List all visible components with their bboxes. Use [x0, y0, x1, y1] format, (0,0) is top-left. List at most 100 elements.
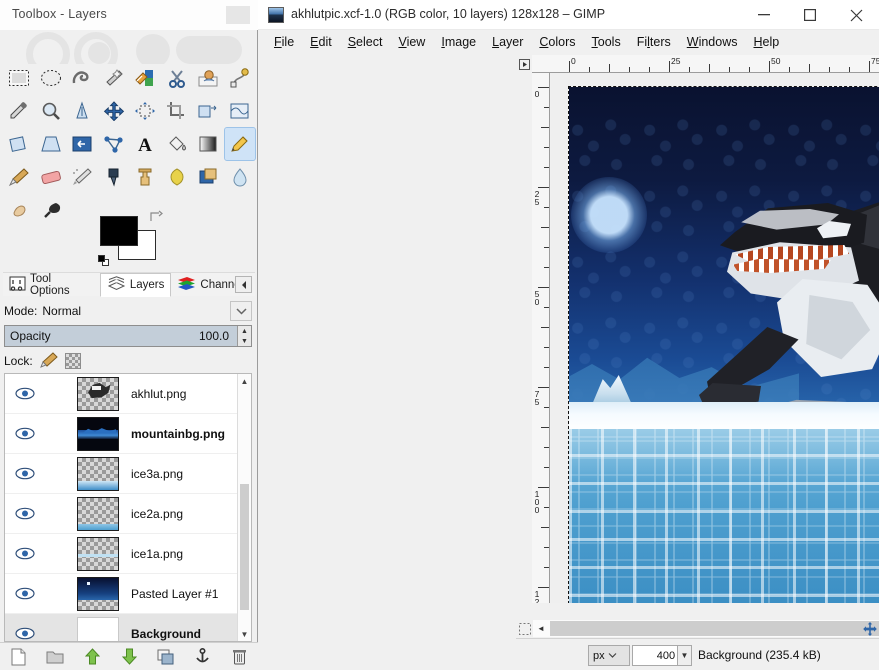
menu-item-help[interactable]: Help — [745, 33, 787, 51]
scroll-down-icon[interactable]: ▼ — [238, 627, 251, 641]
layer-visibility-eye-icon[interactable] — [5, 547, 45, 560]
layer-row-ice1a[interactable]: ice1a.png — [5, 534, 251, 574]
delete-layer-button[interactable] — [221, 643, 258, 670]
free-select-tool[interactable] — [67, 62, 98, 94]
scrollbar-thumb[interactable] — [550, 621, 879, 636]
smudge-tool[interactable] — [162, 161, 193, 193]
alignment-tool[interactable] — [130, 95, 161, 127]
foreground-color-swatch[interactable] — [100, 216, 138, 246]
layer-row-background[interactable]: Background — [5, 614, 251, 641]
measure-tool[interactable] — [67, 95, 98, 127]
clone-tool[interactable] — [130, 161, 161, 193]
warp-transform-tool[interactable] — [225, 95, 256, 127]
menu-item-file[interactable]: File — [266, 33, 302, 51]
scroll-up-icon[interactable]: ▲ — [238, 374, 251, 388]
dodge-burn-tool[interactable] — [4, 194, 36, 226]
scrollbar-thumb[interactable] — [240, 484, 249, 610]
paths-tool[interactable] — [225, 62, 256, 94]
blur-sharpen-tool[interactable] — [225, 161, 256, 193]
layer-row-ice3a[interactable]: ice3a.png — [5, 454, 251, 494]
foreground-select-tool[interactable] — [193, 62, 224, 94]
airbrush-tool[interactable] — [67, 161, 98, 193]
layers-list[interactable]: akhlut.png mountainbg.png ice3a.png ice2… — [4, 373, 252, 642]
color-picker-tool[interactable] — [4, 95, 35, 127]
heal-tool[interactable] — [193, 161, 224, 193]
reset-colors-icon[interactable] — [98, 255, 111, 268]
horizontal-ruler[interactable]: 0255075100125 — [532, 55, 879, 73]
navigation-icon[interactable] — [861, 620, 878, 637]
quick-mask-icon[interactable] — [516, 620, 533, 637]
menu-item-edit[interactable]: Edit — [302, 33, 340, 51]
lower-layer-button[interactable] — [111, 643, 148, 670]
close-button[interactable] — [833, 0, 879, 30]
new-layer-button[interactable] — [0, 643, 37, 670]
text-tool[interactable]: A — [130, 128, 161, 160]
select-by-color-tool[interactable] — [130, 62, 161, 94]
bucket-fill-tool[interactable] — [162, 128, 193, 160]
zoom-tool[interactable] — [36, 95, 67, 127]
unified-transform-tool[interactable] — [193, 95, 224, 127]
menu-item-select[interactable]: Select — [340, 33, 391, 51]
layer-row-pasted-layer[interactable]: Pasted Layer #1 — [5, 574, 251, 614]
opacity-slider[interactable]: Opacity 100.0 ▲ ▼ — [4, 325, 252, 347]
menu-item-filters[interactable]: Filters — [629, 33, 679, 51]
mode-dropdown-chevron-down-icon[interactable] — [230, 301, 252, 321]
canvas-viewport[interactable] — [551, 73, 879, 603]
rect-select-tool[interactable] — [4, 62, 35, 94]
tab-menu-icon[interactable] — [235, 276, 252, 293]
horizontal-scrollbar[interactable]: ◄ ► — [533, 620, 879, 637]
ink-tool[interactable] — [99, 161, 130, 193]
tab-layers[interactable]: Layers — [99, 272, 172, 297]
perspective-tool[interactable] — [36, 128, 67, 160]
raise-layer-button[interactable] — [74, 643, 111, 670]
dock-menu-button[interactable] — [226, 6, 250, 24]
scroll-left-icon[interactable]: ◄ — [533, 620, 549, 637]
maximize-button[interactable] — [787, 0, 833, 30]
flip-tool[interactable] — [67, 128, 98, 160]
fuzzy-select-tool[interactable] — [99, 62, 130, 94]
layer-visibility-eye-icon[interactable] — [5, 467, 45, 480]
duplicate-layer-button[interactable] — [147, 643, 184, 670]
swap-colors-icon[interactable] — [149, 210, 163, 224]
layer-visibility-eye-icon[interactable] — [5, 627, 45, 640]
stepper-down-icon[interactable]: ▼ — [238, 336, 251, 346]
anchor-layer-button[interactable] — [184, 643, 221, 670]
ellipse-select-tool[interactable] — [36, 62, 67, 94]
move-tool[interactable] — [99, 95, 130, 127]
ruler-origin-icon[interactable] — [516, 55, 533, 73]
layer-visibility-eye-icon[interactable] — [5, 507, 45, 520]
layer-visibility-eye-icon[interactable] — [5, 587, 45, 600]
unit-select[interactable]: px — [588, 645, 630, 666]
lock-pixels-icon[interactable] — [39, 351, 58, 371]
menu-item-windows[interactable]: Windows — [679, 33, 746, 51]
scissors-select-tool[interactable] — [162, 62, 193, 94]
pencil-tool[interactable] — [223, 127, 256, 161]
tab-tool-options[interactable]: Tool Options — [3, 273, 100, 297]
layer-row-akhlut[interactable]: akhlut.png — [5, 374, 251, 414]
mode-value[interactable]: Normal — [42, 304, 81, 318]
cage-transform-tool[interactable] — [99, 128, 130, 160]
lock-alpha-icon[interactable] — [64, 353, 81, 369]
opacity-stepper[interactable]: ▲ ▼ — [237, 326, 251, 346]
layers-scrollbar[interactable]: ▲ ▼ — [237, 374, 251, 641]
vertical-ruler[interactable]: 0 25 50 75 100 125 — [532, 73, 550, 603]
rotate-tool[interactable] — [4, 128, 35, 160]
menu-item-image[interactable]: Image — [433, 33, 484, 51]
minimize-button[interactable] — [741, 0, 787, 30]
menu-item-layer[interactable]: Layer — [484, 33, 531, 51]
layer-visibility-eye-icon[interactable] — [5, 387, 45, 400]
crop-tool[interactable] — [162, 95, 193, 127]
mypaint-brush-tool[interactable] — [37, 194, 69, 226]
stepper-up-icon[interactable]: ▲ — [238, 326, 251, 336]
new-layer-group-button[interactable] — [37, 643, 74, 670]
menu-item-tools[interactable]: Tools — [584, 33, 629, 51]
paintbrush-tool[interactable] — [4, 161, 35, 193]
gradient-tool[interactable] — [193, 128, 224, 160]
eraser-tool[interactable] — [36, 161, 67, 193]
menu-item-view[interactable]: View — [390, 33, 433, 51]
menu-item-colors[interactable]: Colors — [531, 33, 583, 51]
layer-visibility-eye-icon[interactable] — [5, 427, 45, 440]
layer-row-mountainbg[interactable]: mountainbg.png — [5, 414, 251, 454]
zoom-dropdown-chevron-down-icon[interactable]: ▼ — [677, 645, 692, 666]
layer-row-ice2a[interactable]: ice2a.png — [5, 494, 251, 534]
